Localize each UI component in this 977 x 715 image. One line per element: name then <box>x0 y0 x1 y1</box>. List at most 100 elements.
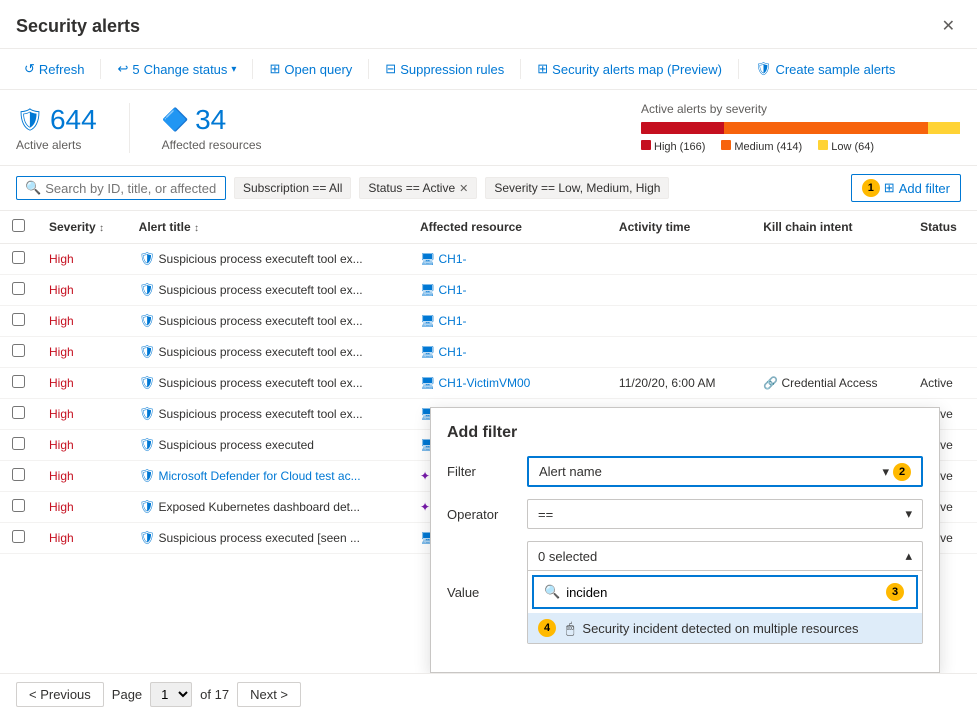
severity-bar <box>641 122 961 134</box>
refresh-button[interactable]: ↺ Refresh <box>16 57 92 81</box>
alert-link[interactable]: Microsoft Defender for Cloud test ac... <box>159 469 361 483</box>
intent-cell <box>751 337 908 368</box>
select-all-checkbox[interactable] <box>12 219 25 232</box>
add-filter-label: Add filter <box>899 181 950 196</box>
popup-operator-select[interactable]: == ▾ <box>527 499 923 529</box>
status-cell: Active <box>908 368 977 399</box>
severity-medium-bar <box>724 122 928 134</box>
high-legend: High (166) <box>641 140 705 153</box>
subscription-filter-label: Subscription == All <box>243 181 342 195</box>
popup-filter-select[interactable]: Alert name 2 ▾ <box>527 456 923 487</box>
close-button[interactable]: ✕ <box>936 14 961 38</box>
create-sample-button[interactable]: 🛡 Create sample alerts <box>747 57 903 81</box>
of-pages-label: of 17 <box>200 687 229 702</box>
activity-time-column-header: Activity time <box>607 211 751 244</box>
table-row[interactable]: High 🛡 Suspicious process executeft tool… <box>0 275 977 306</box>
value-option-item[interactable]: 4 🖱 Security incident detected on multip… <box>528 613 922 643</box>
value-search-box[interactable]: 🔍 3 <box>532 575 918 609</box>
severity-low-bar <box>928 122 960 134</box>
severity-filter-tag[interactable]: Severity == Low, Medium, High <box>485 177 669 199</box>
subscription-filter-tag[interactable]: Subscription == All <box>234 177 351 199</box>
popup-value-box: 0 selected ▴ 🔍 3 4 🖱 Security incident d… <box>527 541 923 644</box>
row-checkbox[interactable] <box>12 468 25 481</box>
severity-column-header: Severity ↕ <box>37 211 127 244</box>
alert-icon: 🛡 <box>139 313 156 328</box>
open-query-button[interactable]: ⊞ Open query <box>261 57 360 81</box>
option-cursor-icon: 🖱 <box>566 620 574 637</box>
add-filter-button[interactable]: 1 ⊞ Add filter <box>851 174 961 202</box>
time-cell <box>607 244 751 275</box>
status-cell <box>908 337 977 368</box>
status-filter-label: Status == Active <box>368 181 455 195</box>
chevron-operator-icon: ▾ <box>905 506 912 522</box>
table-row[interactable]: High 🛡 Suspicious process executeft tool… <box>0 306 977 337</box>
change-status-count: 5 <box>132 62 139 77</box>
severity-cell: High <box>49 531 74 545</box>
alert-icon: 🛡 <box>139 375 156 390</box>
suppression-rules-button[interactable]: ⊟ Suppression rules <box>377 57 512 81</box>
popup-value-row: Value 0 selected ▴ 🔍 3 4 🖱 Security i <box>447 541 923 644</box>
popup-filter-row: Filter Alert name 2 ▾ <box>447 456 923 487</box>
change-status-label: Change status <box>144 62 228 77</box>
security-alerts-map-button[interactable]: ⊞ Security alerts map (Preview) <box>529 57 730 81</box>
separator-5 <box>738 59 739 79</box>
refresh-icon: ↺ <box>24 61 35 77</box>
row-checkbox[interactable] <box>12 375 25 388</box>
row-checkbox[interactable] <box>12 530 25 543</box>
create-sample-label: Create sample alerts <box>775 62 895 77</box>
row-checkbox[interactable] <box>12 313 25 326</box>
filter-select-value: Alert name <box>539 464 602 479</box>
resource-link[interactable]: CH1-VictimVM00 <box>439 376 531 390</box>
row-checkbox[interactable] <box>12 406 25 419</box>
change-status-button[interactable]: ↩ 5 Change status ▾ <box>109 57 244 81</box>
add-filter-popup: Add filter Filter Alert name 2 ▾ Operato… <box>430 407 940 673</box>
add-filter-badge: 1 <box>862 179 880 197</box>
filter-badge: 2 <box>893 463 913 481</box>
title-sort-icon[interactable]: ↕ <box>194 223 199 234</box>
low-legend-dot <box>818 140 828 150</box>
kill-chain-column-header: Kill chain intent <box>751 211 908 244</box>
intent-cell <box>751 306 908 337</box>
table-row[interactable]: High 🛡 Suspicious process executeft tool… <box>0 337 977 368</box>
separator-2 <box>252 59 253 79</box>
search-input[interactable] <box>45 181 217 196</box>
alert-icon: 🛡 <box>139 282 156 297</box>
alert-title-cell: Suspicious process executeft tool ex... <box>159 252 363 266</box>
severity-chart: Active alerts by severity High (166) Med… <box>641 102 961 153</box>
sample-icon: 🛡 <box>755 61 772 77</box>
row-checkbox[interactable] <box>12 344 25 357</box>
filter-bar: 🔍 Subscription == All Status == Active ✕… <box>0 166 977 211</box>
page-select[interactable]: 1 <box>150 682 192 707</box>
toolbar: ↺ Refresh ↩ 5 Change status ▾ ⊞ Open que… <box>0 49 977 90</box>
status-filter-close[interactable]: ✕ <box>459 182 468 195</box>
search-box[interactable]: 🔍 <box>16 176 226 200</box>
severity-cell: High <box>49 252 74 266</box>
resource-cell: CH1- <box>439 314 467 328</box>
table-row[interactable]: High 🛡 Suspicious process executeft tool… <box>0 368 977 399</box>
value-header[interactable]: 0 selected ▴ <box>528 542 922 571</box>
affected-resource-column-header: Affected resource <box>408 211 607 244</box>
option-label: Security incident detected on multiple r… <box>582 621 858 636</box>
table-row[interactable]: High 🛡 Suspicious process executeft tool… <box>0 244 977 275</box>
next-button[interactable]: Next > <box>237 682 301 707</box>
status-column-header: Status <box>908 211 977 244</box>
resource-icon: 🖥 <box>420 314 435 328</box>
severity-cell: High <box>49 345 74 359</box>
active-alerts-label: Active alerts <box>16 138 97 152</box>
medium-legend-dot <box>721 140 731 150</box>
status-filter-tag[interactable]: Status == Active ✕ <box>359 177 477 199</box>
value-search-input[interactable] <box>566 585 880 600</box>
page-label: Page <box>112 687 142 702</box>
alert-icon: 🛡 <box>139 406 156 421</box>
previous-button[interactable]: < Previous <box>16 682 104 707</box>
row-checkbox[interactable] <box>12 499 25 512</box>
severity-cell: High <box>49 500 74 514</box>
medium-legend: Medium (414) <box>721 140 802 153</box>
row-checkbox[interactable] <box>12 437 25 450</box>
suppression-label: Suppression rules <box>400 62 504 77</box>
alert-icon: 🛡 <box>139 468 156 483</box>
severity-sort-icon[interactable]: ↕ <box>99 223 104 234</box>
separator-1 <box>100 59 101 79</box>
row-checkbox[interactable] <box>12 251 25 264</box>
row-checkbox[interactable] <box>12 282 25 295</box>
